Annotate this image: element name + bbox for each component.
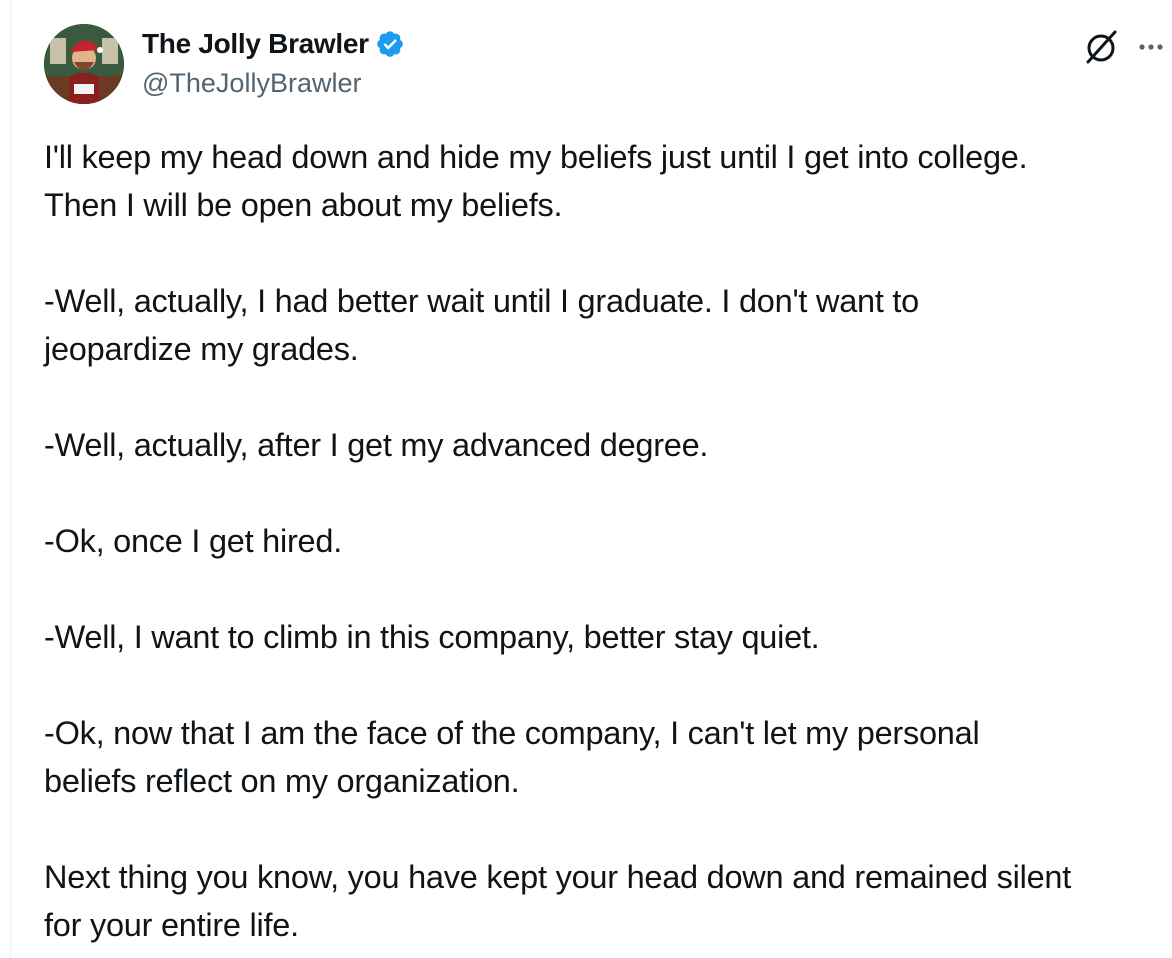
tweet-paragraph: -Well, actually, after I get my advanced… bbox=[44, 421, 1172, 469]
avatar[interactable] bbox=[44, 24, 124, 104]
grok-button[interactable] bbox=[1080, 25, 1124, 69]
more-options-button[interactable] bbox=[1138, 25, 1172, 69]
author-block: The Jolly Brawler @TheJollyBrawler bbox=[142, 26, 405, 99]
tweet-paragraph: Next thing you know, you have kept your … bbox=[44, 853, 1172, 949]
author-display-name[interactable]: The Jolly Brawler bbox=[142, 28, 369, 60]
tweet-line: beliefs reflect on my organization. bbox=[44, 763, 520, 799]
tweet-paragraph: -Ok, once I get hired. bbox=[44, 517, 1172, 565]
more-icon bbox=[1139, 44, 1163, 50]
tweet-line: jeopardize my grades. bbox=[44, 331, 359, 367]
author-name-row: The Jolly Brawler bbox=[142, 26, 405, 62]
tweet-line: -Ok, once I get hired. bbox=[44, 523, 342, 559]
tweet-text: I'll keep my head down and hide my belie… bbox=[44, 133, 1172, 949]
tweet-paragraph: -Ok, now that I am the face of the compa… bbox=[44, 709, 1172, 805]
author-handle[interactable]: @TheJollyBrawler bbox=[142, 68, 405, 99]
grok-icon bbox=[1086, 30, 1117, 64]
tweet-line: Then I will be open about my beliefs. bbox=[44, 187, 563, 223]
tweet-paragraph: I'll keep my head down and hide my belie… bbox=[44, 133, 1172, 229]
tweet-paragraph: -Well, I want to climb in this company, … bbox=[44, 613, 1172, 661]
avatar-image bbox=[44, 24, 124, 104]
tweet-paragraph: -Well, actually, I had better wait until… bbox=[44, 277, 1172, 373]
tweet-line: -Well, actually, I had better wait until… bbox=[44, 283, 920, 319]
tweet-line: I'll keep my head down and hide my belie… bbox=[44, 139, 1028, 175]
verified-badge-icon[interactable] bbox=[375, 29, 405, 59]
tweet-line: for your entire life. bbox=[44, 907, 299, 943]
timeline-divider bbox=[10, 0, 11, 958]
tweet-line: -Well, I want to climb in this company, … bbox=[44, 619, 820, 655]
tweet-line: -Well, actually, after I get my advanced… bbox=[44, 427, 709, 463]
tweet-line: Next thing you know, you have kept your … bbox=[44, 859, 1072, 895]
tweet-line: -Ok, now that I am the face of the compa… bbox=[44, 715, 980, 751]
